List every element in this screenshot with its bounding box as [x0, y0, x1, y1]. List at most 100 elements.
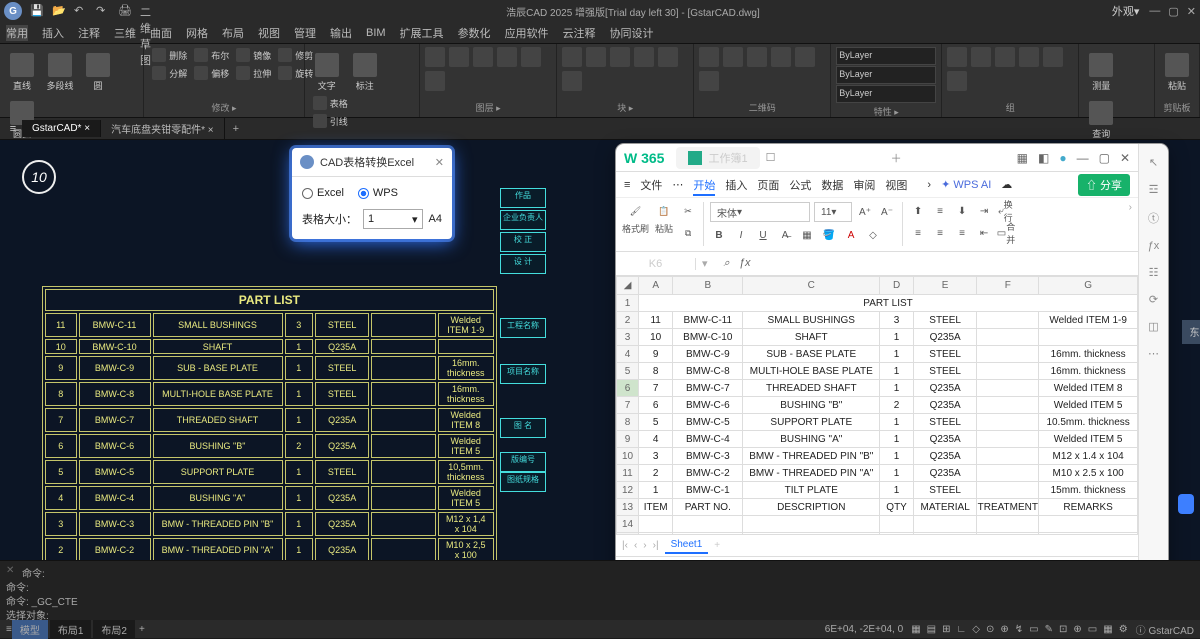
ribbon-tab[interactable]: 扩展工具 [400, 25, 444, 41]
ribbon-button[interactable]: 圆 [80, 46, 116, 92]
column-header[interactable]: A [639, 277, 673, 295]
side-style-icon[interactable]: ☲ [1149, 183, 1159, 196]
appearance-dropdown[interactable]: 外观▾ [1112, 3, 1140, 19]
cell[interactable]: SMALL BUSHINGS [743, 312, 880, 329]
cell[interactable]: 1 [880, 363, 914, 380]
cell[interactable]: 2 [639, 465, 673, 482]
wps-menu-hamburger-icon[interactable]: ≡ [624, 179, 630, 191]
ribbon-tab[interactable]: 参数化 [458, 25, 491, 41]
cad-table-row[interactable]: 11BMW-C-11SMALL BUSHINGS3STEELWelded ITE… [45, 313, 494, 337]
row-header[interactable]: 12 [617, 482, 639, 499]
cell[interactable]: 1 [880, 448, 914, 465]
underline-icon[interactable]: U [754, 226, 772, 244]
align-right-icon[interactable]: ≡ [953, 224, 971, 242]
sheet-tab[interactable]: Sheet1 [665, 537, 709, 554]
close-icon[interactable]: ✕ [1187, 5, 1196, 18]
cad-table-row[interactable]: 2BMW-C-2BMW - THREADED PIN "A"1Q235AM10 … [45, 538, 494, 562]
column-header[interactable]: C [743, 277, 880, 295]
cad-table-row[interactable]: 3BMW-C-3BMW - THREADED PIN "B"1Q235AM12 … [45, 512, 494, 536]
ribbon-small-button[interactable]: 表格 [309, 94, 351, 112]
decrease-font-icon[interactable]: A⁻ [878, 203, 896, 221]
wps-new-tab[interactable]: ＋ [891, 150, 902, 166]
ribbon-icon-button[interactable] [995, 47, 1015, 67]
wps-share-button[interactable]: ⇧ 分享 [1078, 174, 1130, 196]
cell[interactable]: Welded ITEM 1-9 [1039, 312, 1138, 329]
cell[interactable]: 16mm. thickness [1039, 346, 1138, 363]
sheet-nav-next-icon[interactable]: › [643, 540, 646, 551]
ribbon-icon-button[interactable] [497, 47, 517, 67]
ribbon-button[interactable]: 多段线 [42, 46, 78, 92]
outdent-icon[interactable]: ⇤ [975, 224, 993, 242]
side-fx-icon[interactable]: ƒx [1148, 240, 1160, 252]
ribbon-icon-button[interactable] [747, 47, 767, 67]
cell[interactable]: M10 x 2.5 x 100 [1039, 465, 1138, 482]
cell[interactable]: 1 [880, 482, 914, 499]
cell[interactable]: STEEL [913, 312, 976, 329]
layout-tab[interactable]: 模型 [12, 620, 48, 639]
ribbon-tab[interactable]: 云注释 [563, 25, 596, 41]
radio-excel[interactable]: Excel [302, 187, 344, 199]
merged-title-cell[interactable]: PART LIST [639, 295, 1138, 312]
cell[interactable]: Welded ITEM 8 [1039, 380, 1138, 397]
east-side-tab[interactable]: 东 [1182, 320, 1200, 344]
table-row[interactable]: 14 [617, 516, 1138, 533]
tab-close-icon[interactable]: × [84, 123, 90, 134]
ribbon-icon-button[interactable] [610, 47, 630, 67]
cell[interactable]: BMW-C-9 [673, 346, 743, 363]
name-box[interactable]: K6 [616, 258, 696, 270]
cell[interactable]: 9 [639, 346, 673, 363]
cad-table-row[interactable]: 10BMW-C-10SHAFT1Q235A [45, 339, 494, 354]
row-header[interactable]: 2 [617, 312, 639, 329]
cad-table-row[interactable]: 4BMW-C-4BUSHING "A"1Q235AWelded ITEM 5 [45, 486, 494, 510]
cell[interactable]: BMW-C-11 [673, 312, 743, 329]
cell[interactable]: Q235A [913, 448, 976, 465]
wps-menu-item[interactable]: 视图 [885, 180, 907, 192]
row-header[interactable]: 10 [617, 448, 639, 465]
side-find-icon[interactable]: ⓣ [1148, 210, 1159, 226]
cell[interactable]: STEEL [913, 363, 976, 380]
cell[interactable] [977, 431, 1039, 448]
ribbon-tab[interactable]: 视图 [258, 25, 280, 41]
status-toggles[interactable]: ▦▤⊞∟◇⊙⊕↯▭✎⊡⊕▭▦⚙ [911, 624, 1127, 635]
property-combo[interactable]: ByLayer [836, 66, 936, 84]
redo-icon[interactable]: ↷ [96, 4, 110, 18]
ribbon-icon-button[interactable] [562, 71, 582, 91]
cad-table-row[interactable]: 9BMW-C-9SUB - BASE PLATE1STEEL16mm. thic… [45, 356, 494, 380]
cell[interactable] [977, 448, 1039, 465]
border-icon[interactable]: ▦ [798, 226, 816, 244]
side-backup-icon[interactable]: ⟳ [1149, 293, 1158, 306]
cell[interactable]: TREATMENT [977, 499, 1039, 516]
cad-table-row[interactable]: 8BMW-C-8MULTI-HOLE BASE PLATE1STEEL16mm.… [45, 382, 494, 406]
cad-table-row[interactable]: 5BMW-C-5SUPPORT PLATE1STEEL10,5mm. thick… [45, 460, 494, 484]
cad-table-row[interactable]: 6BMW-C-6BUSHING "B"2Q235AWelded ITEM 5 [45, 434, 494, 458]
cell[interactable]: Q235A [913, 465, 976, 482]
cell[interactable] [673, 516, 743, 533]
column-header[interactable]: G [1039, 277, 1138, 295]
cell[interactable]: M12 x 1.4 x 104 [1039, 448, 1138, 465]
cell[interactable]: DESCRIPTION [743, 499, 880, 516]
cell[interactable] [1039, 329, 1138, 346]
row-header[interactable]: 14 [617, 516, 639, 533]
cell[interactable]: BMW-C-4 [673, 431, 743, 448]
row-header[interactable]: 5 [617, 363, 639, 380]
cell[interactable]: 15mm. thickness [1039, 482, 1138, 499]
align-center-icon[interactable]: ≡ [931, 224, 949, 242]
table-size-combo[interactable]: 1▾ [363, 209, 423, 229]
ribbon-tab[interactable]: 常用 [6, 25, 28, 41]
align-bot-icon[interactable]: ⬇ [953, 202, 971, 220]
indent-icon[interactable]: ⇥ [975, 202, 993, 220]
cut-icon[interactable]: ✂ [679, 202, 697, 220]
ribbon-button[interactable]: 标注 [347, 46, 383, 92]
wps-menu-item[interactable]: 审阅 [853, 180, 875, 192]
cell[interactable] [977, 363, 1039, 380]
cmd-close-icon[interactable]: ✕ [6, 565, 22, 576]
cell[interactable]: BMW-C-6 [673, 397, 743, 414]
name-box-dropdown-icon[interactable]: ▾ [696, 257, 714, 270]
ribbon-small-button[interactable]: 布尔 [190, 46, 232, 64]
merge-cells-button[interactable]: ▭合并 [997, 224, 1015, 242]
table-row[interactable]: 211BMW-C-11SMALL BUSHINGS3STEELWelded IT… [617, 312, 1138, 329]
wps-doc-tab[interactable]: 工作簿1 [676, 147, 759, 169]
table-row[interactable]: 112BMW-C-2BMW - THREADED PIN "A"1Q235AM1… [617, 465, 1138, 482]
column-header[interactable]: E [913, 277, 976, 295]
align-top-icon[interactable]: ⬆ [909, 202, 927, 220]
